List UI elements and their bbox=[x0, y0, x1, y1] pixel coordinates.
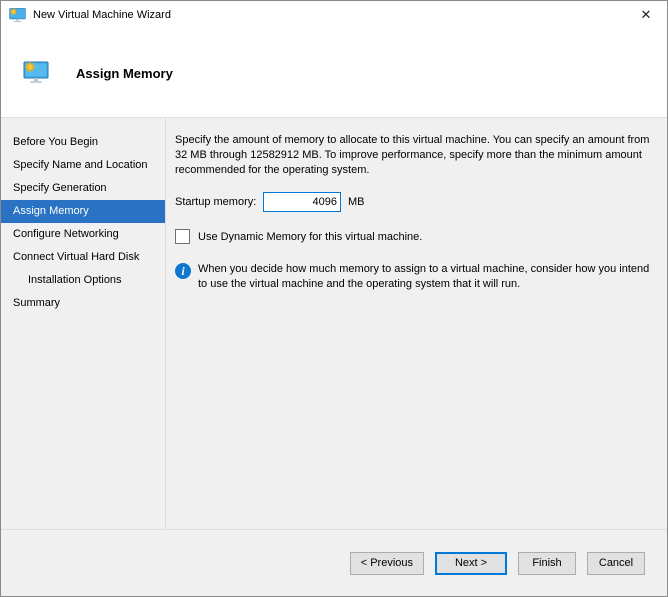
startup-memory-row: Startup memory: MB bbox=[175, 192, 660, 212]
wizard-button-bar: < Previous Next > Finish Cancel bbox=[1, 529, 667, 596]
dynamic-memory-row: Use Dynamic Memory for this virtual mach… bbox=[175, 229, 660, 244]
new-vm-wizard-window: New Virtual Machine Wizard ✕ Assign Memo… bbox=[0, 0, 668, 597]
previous-button[interactable]: < Previous bbox=[350, 552, 424, 575]
sidebar-item-installation-options[interactable]: Installation Options bbox=[1, 269, 165, 292]
startup-memory-unit: MB bbox=[348, 196, 365, 208]
close-icon[interactable]: ✕ bbox=[625, 1, 667, 29]
cancel-button[interactable]: Cancel bbox=[587, 552, 645, 575]
info-note-row: i When you decide how much memory to ass… bbox=[175, 262, 660, 292]
sidebar-item-summary[interactable]: Summary bbox=[1, 292, 165, 315]
sidebar-item-specify-generation[interactable]: Specify Generation bbox=[1, 177, 165, 200]
page-title: Assign Memory bbox=[76, 66, 173, 81]
page-content: Specify the amount of memory to allocate… bbox=[166, 118, 668, 530]
startup-memory-input[interactable] bbox=[263, 192, 341, 212]
finish-button[interactable]: Finish bbox=[518, 552, 576, 575]
sidebar-item-assign-memory[interactable]: Assign Memory bbox=[1, 200, 165, 223]
startup-memory-label: Startup memory: bbox=[175, 196, 263, 208]
wizard-steps-sidebar: Before You Begin Specify Name and Locati… bbox=[1, 118, 166, 530]
sidebar-item-before-you-begin[interactable]: Before You Begin bbox=[1, 131, 165, 154]
info-note-text: When you decide how much memory to assig… bbox=[198, 262, 660, 292]
dynamic-memory-checkbox[interactable] bbox=[175, 229, 190, 244]
sidebar-item-connect-virtual-hard-disk[interactable]: Connect Virtual Hard Disk bbox=[1, 246, 165, 269]
wizard-body: Before You Begin Specify Name and Locati… bbox=[1, 118, 667, 530]
next-button[interactable]: Next > bbox=[435, 552, 507, 575]
wizard-header: Assign Memory bbox=[1, 29, 667, 118]
dynamic-memory-label: Use Dynamic Memory for this virtual mach… bbox=[198, 231, 422, 243]
sidebar-item-configure-networking[interactable]: Configure Networking bbox=[1, 223, 165, 246]
window-title: New Virtual Machine Wizard bbox=[33, 9, 171, 21]
memory-description-text: Specify the amount of memory to allocate… bbox=[175, 133, 653, 178]
sidebar-item-specify-name-and-location[interactable]: Specify Name and Location bbox=[1, 154, 165, 177]
app-icon bbox=[9, 7, 26, 23]
info-icon: i bbox=[175, 263, 191, 279]
wizard-page-icon bbox=[23, 60, 49, 84]
title-bar: New Virtual Machine Wizard ✕ bbox=[1, 1, 667, 29]
